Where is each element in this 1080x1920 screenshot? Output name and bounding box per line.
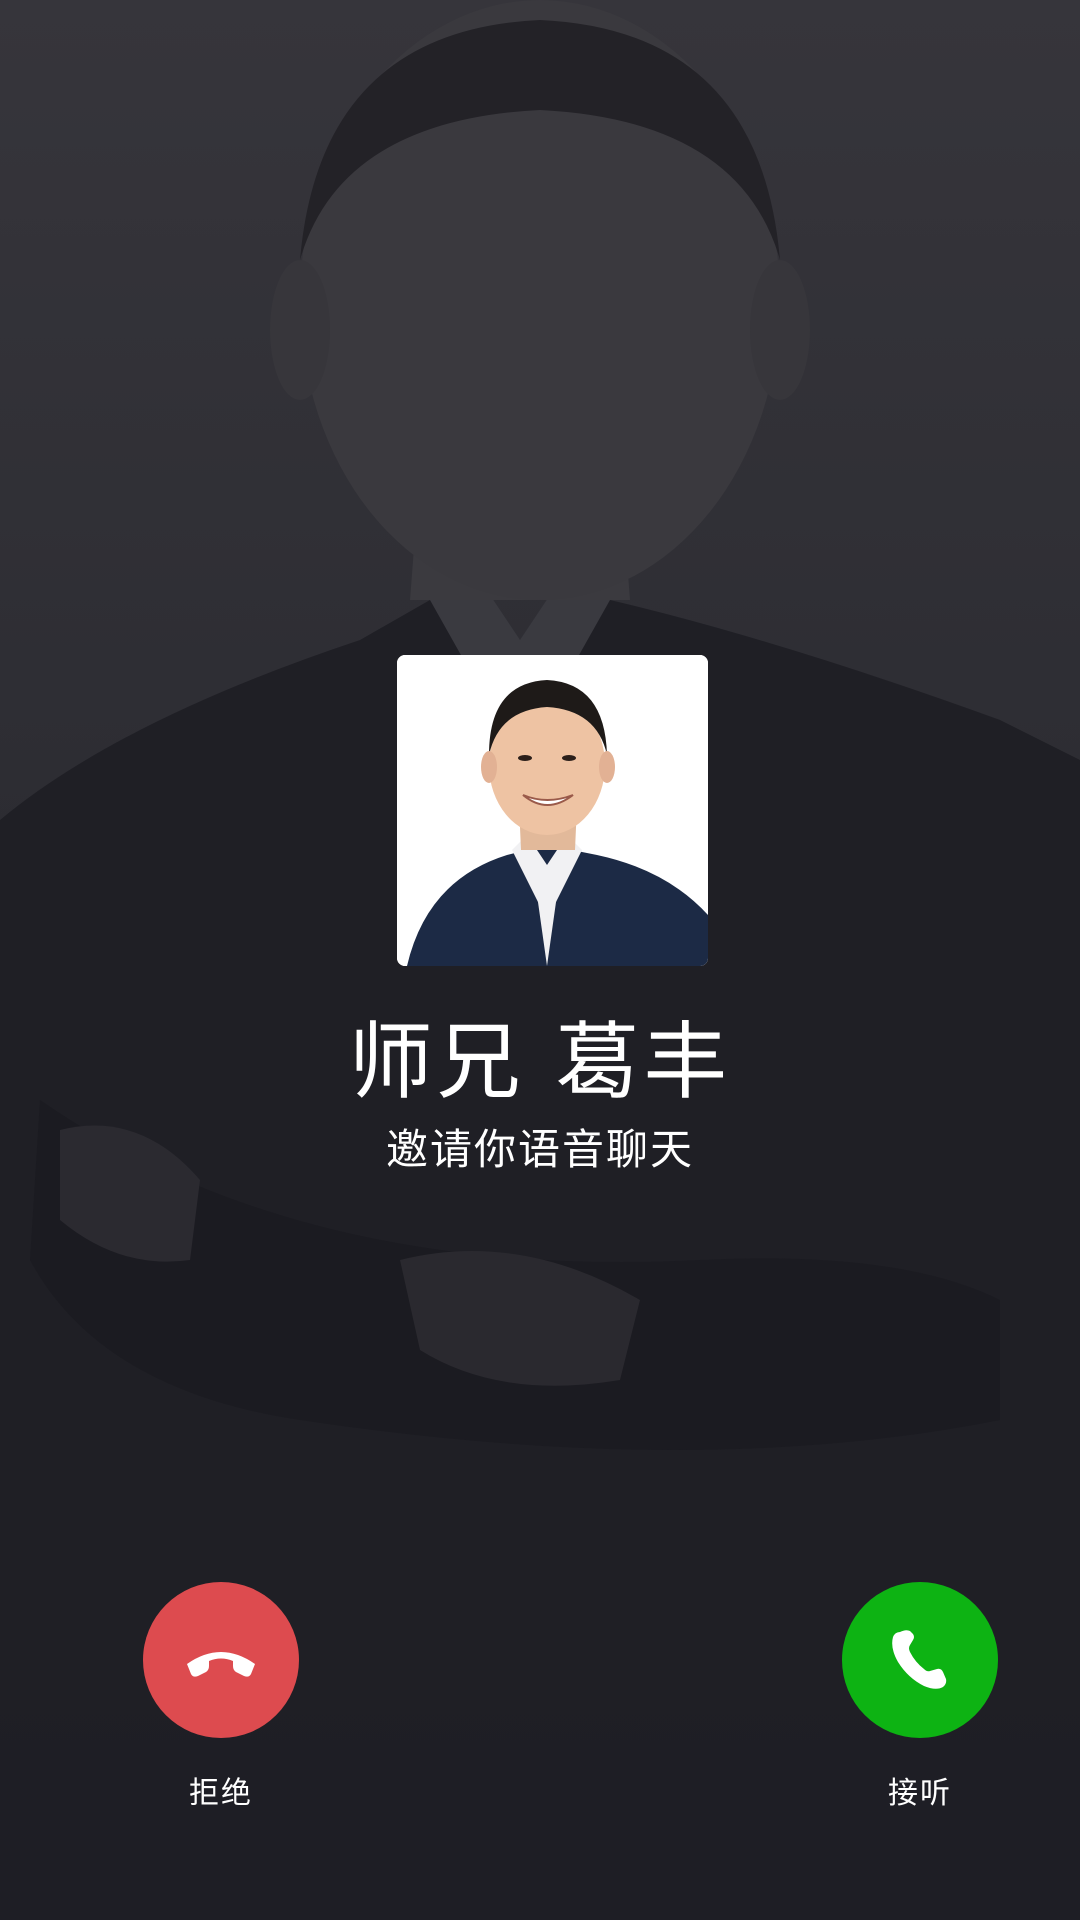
call-invitation-text: 邀请你语音聊天 [385,1125,694,1174]
decline-button[interactable] [143,1582,299,1738]
accept-button[interactable] [842,1582,998,1738]
decline-label: 拒绝 [189,1776,253,1811]
caller-name: 师兄 葛丰 [348,1013,732,1111]
caller-avatar [397,655,708,966]
phone-icon [892,1630,947,1689]
accept-label: 接听 [888,1776,952,1811]
incoming-call-screen: 师兄 葛丰 邀请你语音聊天 拒绝 接听 [0,0,1080,1920]
phone-hangup-icon [187,1652,255,1677]
